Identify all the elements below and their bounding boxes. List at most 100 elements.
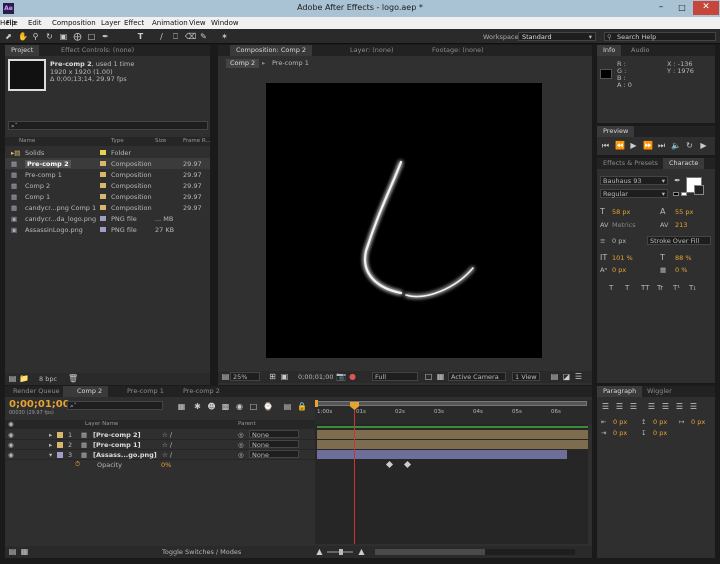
mask-visibility-icon[interactable]: ▣ — [280, 372, 289, 381]
layer-row[interactable]: ◉ ▾ 3 ▦ [Assass...go.png] ☆ ∕ ◎ None — [5, 450, 315, 460]
col-frame-rate[interactable]: Frame R... — [183, 138, 211, 144]
kerning-value[interactable]: Metrics — [612, 221, 636, 229]
eraser-tool-icon[interactable]: ⌫ — [185, 32, 196, 41]
clone-stamp-tool-icon[interactable]: ⎕ — [171, 32, 180, 41]
tab-footage[interactable]: Footage: (none) — [426, 45, 490, 56]
ram-preview-icon[interactable]: ▶ — [699, 141, 708, 150]
project-item[interactable]: ▸▤ Solids Folder — [5, 147, 210, 158]
project-item[interactable]: ▦ Comp 2 Composition 29.97 — [5, 180, 210, 191]
brush-tool-icon[interactable]: ∕ — [157, 32, 166, 41]
playhead[interactable] — [354, 402, 355, 544]
resolution-select[interactable]: Full — [372, 372, 418, 381]
pan-behind-tool-icon[interactable]: ⨁ — [73, 32, 82, 41]
pickwhip-icon[interactable]: ◎ — [238, 451, 244, 459]
first-frame-icon[interactable]: ⏮ — [601, 141, 610, 150]
tab-project[interactable]: Project — [5, 45, 40, 56]
justify-last-left-icon[interactable]: ☰ — [647, 402, 656, 411]
views-select[interactable]: 1 View — [512, 372, 540, 381]
motion-blur-icon[interactable]: ◉ — [235, 402, 244, 411]
roto-brush-tool-icon[interactable]: ✎ — [199, 32, 208, 41]
expand-arrow-icon[interactable]: ▸ — [49, 441, 52, 449]
label-color-swatch[interactable] — [100, 216, 106, 221]
col-name[interactable]: Name — [19, 138, 35, 144]
keyframe-1[interactable] — [385, 460, 394, 469]
tsume-value[interactable]: 0 % — [675, 266, 687, 274]
layer-parent-select[interactable]: None — [249, 440, 299, 449]
new-folder-icon[interactable]: 📁 — [19, 374, 29, 383]
opacity-value[interactable]: 0% — [161, 461, 171, 469]
lock-icon[interactable]: 🔒 — [297, 402, 307, 411]
project-search-input[interactable]: ⌕ˇ — [8, 121, 208, 130]
project-item[interactable]: ▦ candycr...png Comp 1 Composition 29.97 — [5, 202, 210, 213]
layer-label-swatch[interactable] — [57, 452, 63, 458]
tab-character[interactable]: Characte — [663, 158, 705, 169]
auto-keyframe-icon[interactable]: ⌚ — [263, 402, 273, 411]
zoom-out-time-icon[interactable]: ▲ — [315, 547, 324, 556]
indent-left-value[interactable]: 0 px — [613, 418, 627, 426]
expand-layer-switches-icon[interactable]: ▤ — [8, 547, 17, 556]
comp-mini-flowchart-icon[interactable]: ▦ — [177, 402, 186, 411]
timeline-search-input[interactable]: ⌕ˇ — [67, 401, 163, 410]
breadcrumb-comp2[interactable]: Comp 2 — [226, 59, 260, 68]
tab-wiggler[interactable]: Wiggler — [641, 386, 678, 397]
eyedropper-icon[interactable]: ✒ — [673, 176, 682, 185]
menu-item-view[interactable]: View — [189, 19, 206, 27]
indent-right-value[interactable]: 0 px — [613, 429, 627, 437]
expand-modes-icon[interactable]: ▦ — [20, 547, 29, 556]
baseline-shift-value[interactable]: 0 px — [612, 266, 626, 274]
col-size[interactable]: Size — [155, 138, 166, 144]
project-item[interactable]: ▦ Pre-comp 1 Composition 29.97 — [5, 169, 210, 180]
transparency-grid-icon[interactable]: ▦ — [436, 372, 445, 381]
camera-select[interactable]: Active Camera — [448, 372, 506, 381]
stopwatch-icon[interactable]: ⏱ — [75, 460, 80, 469]
tab-info[interactable]: Info — [597, 45, 622, 56]
track-area[interactable] — [315, 424, 588, 544]
expand-arrow-icon[interactable]: ▾ — [49, 451, 52, 459]
tab-precomp2-timeline[interactable]: Pre-comp 2 — [169, 386, 226, 397]
black-swatch[interactable] — [673, 192, 679, 196]
tab-composition[interactable]: Composition: Comp 2 — [230, 45, 313, 56]
rotate-tool-icon[interactable]: ↻ — [45, 32, 54, 41]
trash-icon[interactable]: 🗑 — [68, 374, 78, 383]
maximize-button[interactable]: □ — [672, 1, 692, 15]
region-of-interest-icon[interactable]: □ — [424, 372, 433, 381]
breadcrumb-precomp1[interactable]: Pre-comp 1 — [272, 59, 309, 67]
previous-frame-icon[interactable]: ⏪ — [615, 141, 625, 150]
track-bar-precomp1[interactable] — [317, 440, 588, 449]
font-family-select[interactable]: Bauhaus 93 ▾ — [600, 176, 668, 185]
snapshot-icon[interactable]: 📷 — [336, 372, 346, 381]
justify-last-right-icon[interactable]: ☰ — [675, 402, 684, 411]
bpc-label[interactable]: 8 bpc — [39, 375, 57, 383]
shy-layers-icon[interactable]: ☻ — [207, 402, 216, 411]
workspace-select[interactable]: Standard ▾ — [518, 32, 596, 41]
label-color-swatch[interactable] — [100, 183, 106, 188]
minimize-button[interactable]: – — [651, 1, 671, 15]
work-area-start-handle[interactable] — [315, 400, 318, 407]
layer-label-swatch[interactable] — [57, 432, 63, 438]
col-layer-name[interactable]: Layer Name — [85, 421, 118, 427]
hand-tool-icon[interactable]: ✋ — [18, 32, 28, 41]
layer-switches-icon[interactable]: ☆ ∕ — [162, 441, 172, 449]
font-style-select[interactable]: Regular ▾ — [600, 189, 668, 198]
label-color-swatch[interactable] — [100, 150, 106, 155]
zoom-select[interactable]: 25% — [230, 372, 260, 381]
layer-row[interactable]: ◉ ▸ 1 ▦ [Pre-comp 2] ☆ ∕ ◎ None — [5, 430, 315, 440]
pen-tool-icon[interactable]: ✒ — [101, 32, 110, 41]
pickwhip-icon[interactable]: ◎ — [238, 431, 244, 439]
menu-item-effect[interactable]: Effect — [124, 19, 144, 27]
align-left-icon[interactable]: ☰ — [601, 402, 610, 411]
horizontal-scale-value[interactable]: 88 % — [675, 254, 692, 262]
project-item[interactable]: ▣ AssassinLogo.png PNG file 27 KB — [5, 224, 210, 235]
tab-preview[interactable]: Preview — [597, 126, 635, 137]
menu-item-edit[interactable]: Edit — [28, 19, 42, 27]
character-style-button[interactable]: Tr — [657, 284, 663, 292]
selection-tool-icon[interactable]: ⬈ — [4, 32, 13, 41]
label-color-swatch[interactable] — [100, 161, 106, 166]
tab-comp2-timeline[interactable]: Comp 2 — [63, 386, 109, 397]
fast-previews-icon[interactable]: ◪ — [562, 372, 571, 381]
layer-label-swatch[interactable] — [57, 442, 63, 448]
layer-parent-select[interactable]: None — [249, 430, 299, 439]
toggle-pixel-aspect-icon[interactable]: ▤ — [550, 372, 559, 381]
layer-parent-select[interactable]: None — [249, 450, 299, 459]
col-parent[interactable]: Parent — [238, 421, 256, 427]
